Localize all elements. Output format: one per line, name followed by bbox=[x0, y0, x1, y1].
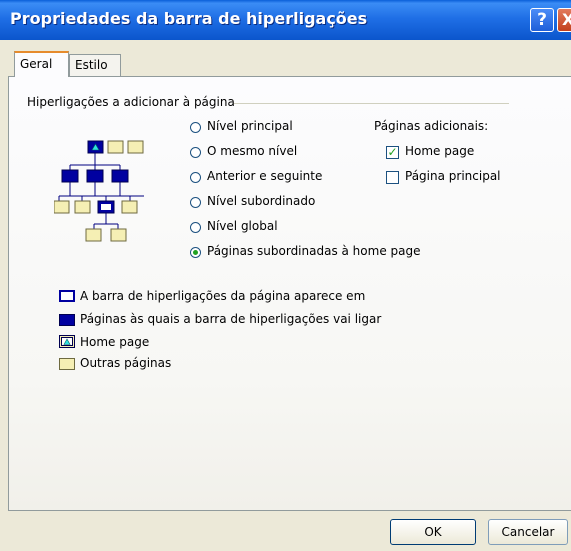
checkbox-pagina-principal[interactable] bbox=[386, 171, 399, 184]
help-button[interactable]: ? bbox=[530, 8, 554, 32]
radio-label-paginas-subordinadas: Páginas subordinadas à home page bbox=[207, 244, 421, 258]
tab-geral[interactable]: Geral bbox=[14, 51, 69, 77]
radio-label-mesmo-nivel: O mesmo nível bbox=[207, 144, 298, 158]
legend-label-linked-pages: Páginas às quais a barra de hiperligaçõe… bbox=[80, 312, 382, 326]
radio-paginas-subordinadas[interactable] bbox=[190, 247, 201, 258]
cancel-button[interactable]: Cancelar bbox=[488, 519, 568, 545]
checkbox-label-pagina-principal: Página principal bbox=[405, 169, 501, 183]
checkbox-label-home-page: Home page bbox=[405, 144, 475, 158]
radio-label-anterior-seguinte: Anterior e seguinte bbox=[207, 169, 323, 183]
tab-estilo[interactable]: Estilo bbox=[69, 54, 121, 77]
legend-label-other-pages: Outras páginas bbox=[80, 356, 172, 370]
home-page-icon bbox=[59, 335, 75, 348]
other-page-icon bbox=[59, 358, 75, 370]
current-page-icon bbox=[59, 290, 75, 302]
window-title: Propriedades da barra de hiperligações bbox=[10, 9, 368, 28]
hierarchy-diagram-icon bbox=[54, 140, 144, 242]
checkbox-home-page[interactable]: ✓ bbox=[386, 146, 399, 159]
legend-label-home-page: Home page bbox=[80, 335, 150, 349]
radio-nivel-subordinado[interactable] bbox=[190, 197, 201, 208]
radio-label-nivel-principal: Nível principal bbox=[207, 119, 293, 133]
legend-label-current-page: A barra de hiperligações da página apare… bbox=[80, 289, 366, 303]
radio-label-nivel-global: Nível global bbox=[207, 219, 278, 233]
group-divider bbox=[234, 103, 509, 104]
close-button[interactable]: X bbox=[557, 8, 571, 32]
radio-mesmo-nivel[interactable] bbox=[190, 147, 201, 158]
linked-page-icon bbox=[59, 314, 75, 326]
ok-button[interactable]: OK bbox=[390, 519, 476, 545]
radio-nivel-principal[interactable] bbox=[190, 122, 201, 133]
radio-label-nivel-subordinado: Nível subordinado bbox=[207, 194, 316, 208]
additional-pages-title: Páginas adicionais: bbox=[374, 119, 489, 133]
radio-nivel-global[interactable] bbox=[190, 222, 201, 233]
radio-anterior-seguinte[interactable] bbox=[190, 172, 201, 183]
title-bar: Propriedades da barra de hiperligações ?… bbox=[0, 0, 571, 40]
group-title: Hiperligações a adicionar à página bbox=[27, 95, 235, 109]
